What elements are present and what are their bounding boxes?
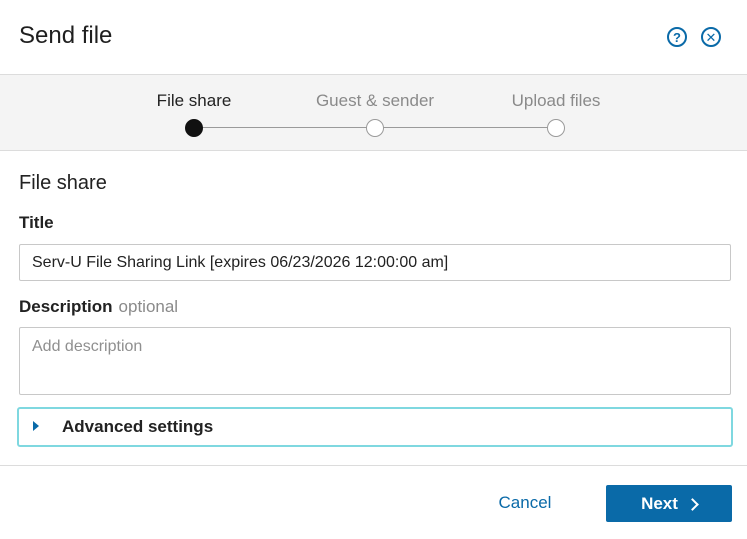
step-upload-files-dot (547, 119, 565, 137)
section-title: File share (19, 172, 107, 194)
footer-divider (0, 465, 747, 466)
step-guest-sender-dot (366, 119, 384, 137)
title-input[interactable] (19, 244, 731, 281)
close-icon[interactable]: ✕ (701, 27, 721, 47)
next-button-label: Next (641, 493, 678, 513)
dialog-title: Send file (19, 22, 113, 49)
optional-hint: optional (118, 297, 179, 316)
wizard-stepper: File share Guest & sender Upload files (0, 75, 747, 151)
advanced-settings-label: Advanced settings (62, 417, 214, 436)
description-input[interactable] (19, 327, 731, 395)
title-label: Title (19, 213, 54, 232)
advanced-settings-toggle[interactable]: Advanced settings (17, 407, 733, 447)
description-label-text: Description (19, 297, 113, 316)
step-guest-sender-label: Guest & sender (315, 91, 435, 110)
step-file-share-label: File share (156, 91, 232, 110)
next-button[interactable]: Next (606, 485, 732, 522)
dialog-header: Send file ? ✕ (0, 0, 747, 75)
description-label: Description optional (19, 297, 178, 317)
caret-right-icon (33, 421, 39, 431)
step-upload-files-label: Upload files (511, 91, 601, 110)
step-file-share-dot (185, 119, 203, 137)
help-icon[interactable]: ? (667, 27, 687, 47)
cancel-button[interactable]: Cancel (488, 485, 562, 521)
chevron-right-icon (686, 497, 699, 511)
